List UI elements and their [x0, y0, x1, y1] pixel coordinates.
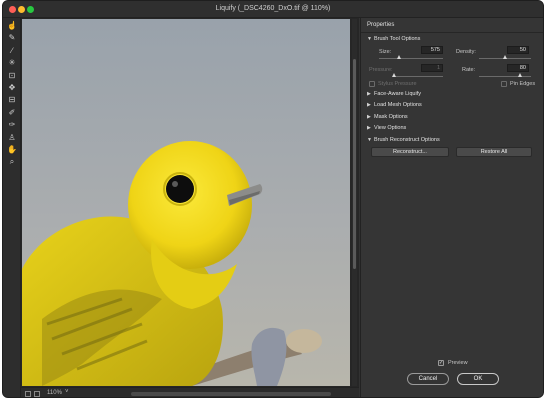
- vertical-scroll-thumb[interactable]: [353, 59, 356, 269]
- stylus-pressure-checkbox[interactable]: [369, 81, 375, 87]
- bloat-icon[interactable]: ✥: [6, 83, 18, 93]
- brush-reconstruct-options-section[interactable]: ▼ Brush Reconstruct Options: [367, 137, 440, 143]
- pin-edges-checkbox[interactable]: [501, 81, 507, 87]
- rate-input[interactable]: 80: [507, 64, 529, 72]
- warp-finger-icon[interactable]: ☝: [6, 21, 18, 31]
- disclosure-closed-icon: ▶: [367, 124, 371, 131]
- section-label: Brush Tool Options: [374, 36, 421, 42]
- section-label: Face-Aware Liquify: [374, 91, 421, 97]
- chevron-down-icon[interactable]: ˅: [65, 389, 69, 395]
- section-label: Mask Options: [374, 113, 408, 120]
- vertical-scrollbar[interactable]: [352, 19, 357, 386]
- smooth-brush-icon[interactable]: ∕: [6, 46, 18, 56]
- section-label: View Options: [374, 124, 407, 131]
- size-input[interactable]: 575: [421, 46, 443, 54]
- pucker-icon[interactable]: ⊡: [6, 71, 18, 81]
- size-slider-knob[interactable]: [396, 55, 401, 59]
- bird-photo[interactable]: [22, 19, 350, 386]
- title-bar[interactable]: Liquify (_DSC4260_DxO.tif @ 110%): [3, 1, 543, 18]
- density-label: Density:: [456, 49, 476, 55]
- push-left-icon[interactable]: ⊟: [6, 95, 18, 105]
- status-bar: 110% ˅: [21, 387, 359, 397]
- density-input[interactable]: 50: [507, 46, 529, 54]
- rate-slider-knob[interactable]: [518, 73, 523, 77]
- preview-checkbox[interactable]: ✓: [438, 360, 444, 366]
- view-options-section[interactable]: ▶ View Options: [367, 125, 406, 131]
- disclosure-closed-icon: ▶: [367, 113, 371, 120]
- zoom-level[interactable]: 110%: [47, 390, 62, 396]
- properties-panel: Properties ▼ Brush Tool Options Size: 575…: [360, 18, 543, 397]
- disclosure-closed-icon: ▶: [367, 102, 371, 109]
- ok-button[interactable]: OK: [457, 373, 499, 385]
- section-label: Load Mesh Options: [374, 102, 422, 109]
- actual-size-icon[interactable]: [34, 391, 40, 397]
- pressure-label: Pressure:: [369, 67, 393, 73]
- mask-options-section[interactable]: ▶ Mask Options: [367, 114, 408, 120]
- yellow-warbler-image: [22, 19, 350, 386]
- pressure-slider[interactable]: [393, 76, 443, 77]
- disclosure-open-icon: ▼: [367, 36, 372, 42]
- section-label: Brush Reconstruct Options: [374, 137, 440, 143]
- thaw-mask-icon[interactable]: ✑: [6, 120, 18, 130]
- pressure-slider-knob[interactable]: [391, 73, 396, 77]
- panel-title: Properties: [367, 22, 395, 28]
- canvas-area[interactable]: [21, 18, 359, 388]
- divider: [361, 32, 543, 33]
- brush-tool-options-section[interactable]: ▼ Brush Tool Options: [367, 36, 420, 42]
- pin-edges-label: Pin Edges: [510, 81, 536, 87]
- load-mesh-options-section[interactable]: ▶ Load Mesh Options: [367, 102, 422, 108]
- face-aware-liquify-section[interactable]: ▶ Face-Aware Liquify: [367, 91, 421, 97]
- liquify-toolbar: ☝ ✎ ∕ ✳ ⊡ ✥ ⊟ ✐ ✑ ♙ ✋ ⌕: [3, 18, 21, 397]
- twirl-icon[interactable]: ✳: [6, 58, 18, 68]
- face-icon[interactable]: ♙: [6, 133, 18, 143]
- reconstruct-brush-icon[interactable]: ✎: [6, 33, 18, 43]
- disclosure-closed-icon: ▶: [367, 91, 371, 97]
- liquify-window: Liquify (_DSC4260_DxO.tif @ 110%) ☝ ✎ ∕ ✳ ⊡ ✥…: [2, 0, 544, 398]
- freeze-mask-icon[interactable]: ✐: [6, 108, 18, 118]
- window-title: Liquify (_DSC4260_DxO.tif @ 110%): [215, 5, 331, 12]
- pressure-input[interactable]: 1: [421, 64, 443, 72]
- preview-label: Preview: [448, 360, 468, 366]
- hand-icon[interactable]: ✋: [6, 145, 18, 155]
- reconstruct-button[interactable]: Reconstruct...: [371, 147, 449, 157]
- density-slider-knob[interactable]: [502, 55, 507, 59]
- magnifier-icon[interactable]: ⌕: [6, 157, 18, 167]
- size-label: Size:: [379, 49, 392, 55]
- disclosure-open-icon: ▼: [367, 137, 372, 143]
- fit-view-icon[interactable]: [25, 391, 31, 397]
- horizontal-scrollbar[interactable]: [131, 392, 331, 396]
- restore-all-button[interactable]: Restore All: [456, 147, 532, 157]
- cancel-button[interactable]: Cancel: [407, 373, 449, 385]
- rate-slider[interactable]: [479, 76, 531, 77]
- size-slider[interactable]: [379, 58, 443, 59]
- rate-label: Rate:: [462, 67, 476, 73]
- stylus-pressure-label: Stylus Pressure: [378, 81, 417, 87]
